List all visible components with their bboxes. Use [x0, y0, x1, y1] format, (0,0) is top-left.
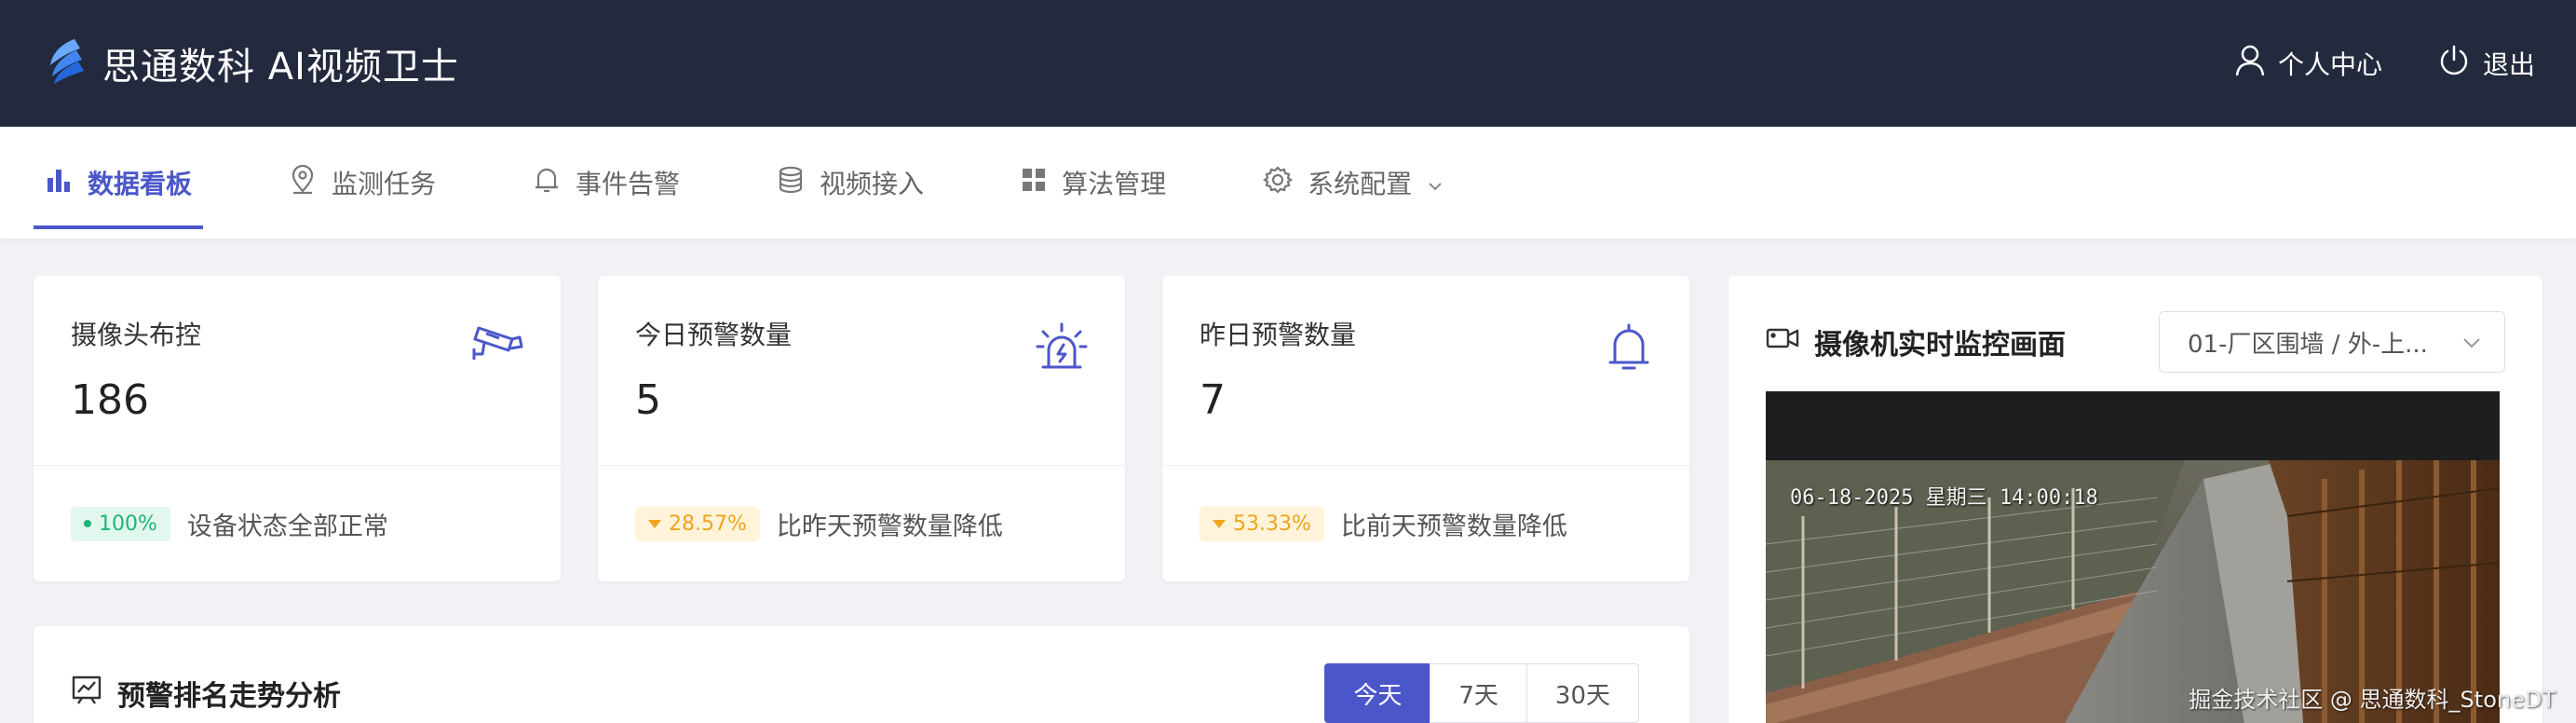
- stat-note: 比前天预警数量降低: [1340, 512, 1567, 541]
- camera-select[interactable]: 01-厂区围墙 / 外-上...: [2159, 311, 2505, 373]
- badge-value: 100%: [99, 512, 157, 536]
- top-bar: 思通数科 AI视频卫士 个人中心 退出: [0, 0, 2576, 127]
- trend-analysis-card: 预警排名走势分析 今天 7天 30天: [34, 626, 1689, 723]
- status-badge: 28.57%: [635, 506, 760, 541]
- monitor-title: 摄像机实时监控画面: [1766, 321, 2066, 362]
- stat-note: 设备状态全部正常: [186, 512, 388, 541]
- range-toggle: 今天 7天 30天: [1324, 663, 1639, 723]
- status-badge: 53.33%: [1200, 506, 1324, 541]
- nav-item-event-alerts[interactable]: 事件告警: [522, 127, 691, 239]
- watermark: 掘金技术社区 @ 思通数科_StoneDT: [2189, 687, 2556, 713]
- bar-chart-icon: [45, 166, 73, 200]
- logout-button[interactable]: 退出: [2438, 45, 2535, 83]
- stat-value: 7: [1200, 376, 1226, 424]
- video-camera-icon: [1766, 325, 1799, 359]
- up-dot-icon: [84, 520, 91, 527]
- nav-item-label: 系统配置: [1308, 169, 1413, 199]
- range-30days-button[interactable]: 30天: [1525, 663, 1639, 723]
- stat-card-yesterday-alerts: 昨日预警数量 7 53.33% 比前天预警数量降低: [1162, 276, 1689, 581]
- range-today-button[interactable]: 今天: [1324, 663, 1431, 723]
- trend-chart-icon: [71, 674, 102, 713]
- gear-icon: [1263, 165, 1294, 201]
- user-center-label: 个人中心: [2277, 49, 2382, 80]
- database-icon: [777, 165, 805, 201]
- bell-icon: [1606, 322, 1652, 376]
- alarm-siren-icon: [1036, 322, 1088, 376]
- down-triangle-icon: [648, 519, 661, 528]
- live-video-feed[interactable]: 06-18-2025 星期三 14:00:18: [1766, 391, 2500, 723]
- app-title: 思通数科 AI视频卫士: [102, 46, 459, 89]
- stat-value: 5: [635, 376, 661, 424]
- nav-item-label: 监测任务: [332, 169, 437, 199]
- grid-icon: [1021, 167, 1047, 199]
- monitor-title-text: 摄像机实时监控画面: [1814, 329, 2066, 362]
- status-badge: 100%: [71, 506, 170, 541]
- stat-value: 186: [71, 376, 149, 424]
- nav-item-label: 事件告警: [576, 169, 681, 199]
- stat-label: 昨日预警数量: [1200, 320, 1357, 350]
- down-triangle-icon: [1213, 519, 1226, 528]
- nav-item-label: 视频接入: [820, 169, 925, 199]
- stat-label: 摄像头布控: [71, 320, 202, 350]
- badge-value: 28.57%: [669, 512, 747, 536]
- nav-item-system-config[interactable]: 系统配置: [1252, 127, 1455, 239]
- power-icon: [2438, 45, 2470, 83]
- stat-note: 比昨天预警数量降低: [776, 512, 1003, 541]
- user-center-button[interactable]: 个人中心: [2235, 45, 2382, 83]
- stat-card-today-alerts: 今日预警数量 5 28.57% 比昨天预警数量降低: [598, 276, 1125, 581]
- nav-item-video-access[interactable]: 视频接入: [766, 127, 935, 239]
- stat-card-cameras: 摄像头布控 186 100% 设备状态全部正常: [34, 276, 561, 581]
- chevron-down-icon: [2461, 328, 2482, 356]
- chevron-down-icon: [1427, 168, 1444, 198]
- trend-title: 预警排名走势分析: [71, 673, 341, 714]
- location-pin-icon: [289, 164, 317, 201]
- nav-item-dashboard[interactable]: 数据看板: [34, 127, 204, 239]
- video-timestamp: 06-18-2025 星期三 14:00:18: [1790, 486, 2098, 510]
- trend-title-text: 预警排名走势分析: [117, 680, 341, 713]
- bell-icon: [533, 165, 561, 201]
- brand: 思通数科 AI视频卫士: [47, 36, 459, 90]
- nav-item-label: 数据看板: [88, 169, 193, 199]
- logout-label: 退出: [2482, 49, 2535, 80]
- stat-label: 今日预警数量: [635, 320, 793, 350]
- main-nav: 数据看板 监测任务 事件告警 视频接入 算法管理 系统配置: [0, 127, 2576, 239]
- cctv-camera-icon: [471, 322, 523, 369]
- nav-item-label: 算法管理: [1062, 169, 1167, 199]
- badge-value: 53.33%: [1233, 512, 1311, 536]
- camera-select-value: 01-厂区围墙 / 外-上...: [2188, 330, 2428, 359]
- live-monitor-card: 摄像机实时监控画面 01-厂区围墙 / 外-上... 06-18-2025 星期…: [1729, 276, 2542, 723]
- logo-icon: [47, 37, 86, 89]
- range-7days-button[interactable]: 7天: [1430, 663, 1527, 723]
- user-icon: [2235, 45, 2265, 83]
- nav-item-monitor-tasks[interactable]: 监测任务: [278, 127, 447, 239]
- nav-item-algorithm-management[interactable]: 算法管理: [1010, 127, 1177, 239]
